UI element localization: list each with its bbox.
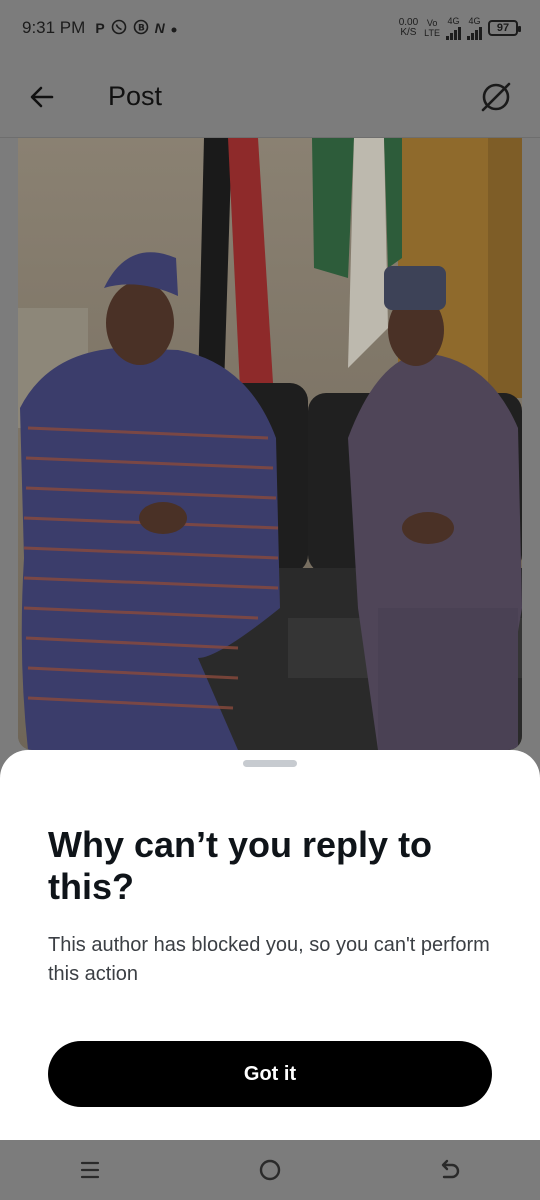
- network-speed: 0.00 K/S: [399, 18, 418, 38]
- post-image[interactable]: [18, 138, 522, 750]
- post-photo-graphic: [18, 138, 522, 750]
- recent-apps-button[interactable]: [60, 1140, 120, 1200]
- signal-bars-icon: [467, 26, 482, 40]
- back-arrow-icon: [30, 86, 54, 107]
- status-time: 9:31 PM: [22, 18, 86, 37]
- signal-bars-icon: [446, 26, 461, 40]
- volte-bottom: LTE: [424, 28, 440, 38]
- dot-icon: [171, 20, 177, 36]
- back-button[interactable]: [26, 81, 58, 113]
- volte-top: Vo: [426, 18, 438, 28]
- n-icon: N: [154, 20, 165, 36]
- svg-text:B: B: [138, 23, 145, 33]
- sheet-description: This author has blocked you, so you can'…: [48, 934, 490, 985]
- p-icon: P: [95, 20, 105, 36]
- home-button[interactable]: [240, 1140, 300, 1200]
- home-circle-icon: [259, 1159, 281, 1181]
- status-bar: 9:31 PM P B N 0.00 K/S Vo LTE 4G 4G 97: [0, 0, 540, 56]
- sheet-title: Why can’t you reply to this?: [48, 824, 433, 907]
- app-header: Post: [0, 56, 540, 138]
- got-it-button[interactable]: Got it: [48, 1041, 492, 1107]
- notification-icons: P B N: [95, 19, 177, 38]
- network-type-1: 4G: [447, 16, 460, 26]
- menu-lines-icon: [80, 1161, 100, 1179]
- status-right: 0.00 K/S Vo LTE 4G 4G 97: [399, 16, 521, 40]
- grok-button[interactable]: [478, 79, 514, 115]
- sheet-drag-handle[interactable]: [243, 760, 297, 767]
- signal-1: 4G: [446, 16, 461, 40]
- grok-icon: [481, 82, 511, 111]
- battery-icon: 97: [488, 20, 521, 36]
- system-nav-bar: [0, 1140, 540, 1200]
- whatsapp-business-icon: B: [133, 19, 149, 38]
- network-type-2: 4G: [468, 16, 481, 26]
- bottom-sheet: Why can’t you reply to this? This author…: [0, 750, 540, 1140]
- volte-indicator: Vo LTE: [424, 18, 440, 38]
- speed-unit: K/S: [400, 27, 417, 38]
- battery-level: 97: [496, 22, 510, 34]
- signal-2: 4G: [467, 16, 482, 40]
- back-nav-icon: [441, 1159, 460, 1179]
- back-nav-button[interactable]: [420, 1140, 480, 1200]
- whatsapp-icon: [111, 19, 127, 38]
- page-title: Post: [108, 81, 163, 111]
